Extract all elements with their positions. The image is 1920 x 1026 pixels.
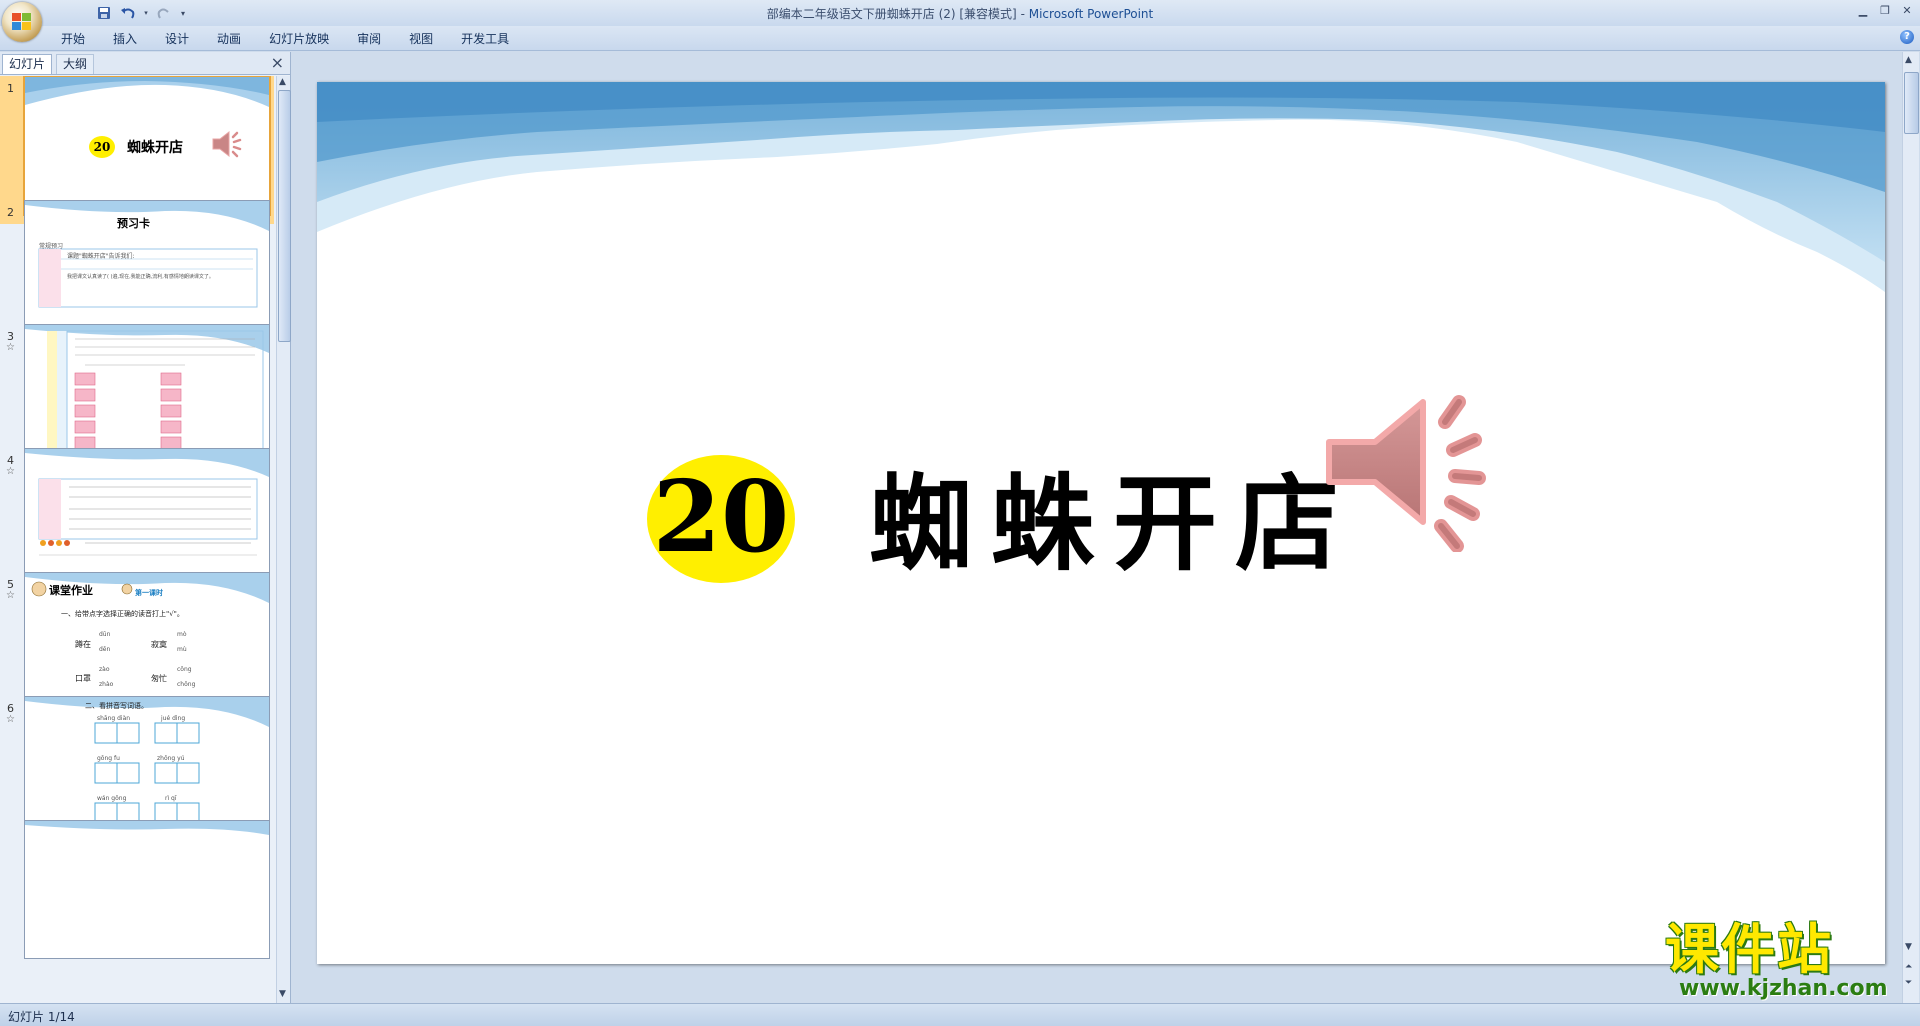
slide-title: 蜘蛛开店	[127, 140, 183, 156]
animation-star-icon: ☆	[6, 342, 15, 353]
question-text: 一、给带点字选择正确的读音打上"√"。	[61, 610, 184, 618]
tab-slideshow[interactable]: 幻灯片放映	[258, 30, 340, 48]
window-controls: ▁ ❐ ✕	[1852, 1, 1918, 19]
slide-thumbnail-content	[25, 325, 269, 458]
slide-title: 预习卡	[117, 217, 150, 230]
speaker-icon	[212, 130, 242, 158]
tab-design[interactable]: 设计	[154, 30, 200, 48]
pinyin-1: dūn	[99, 631, 111, 638]
pinyin-7: cōng	[177, 666, 192, 673]
question-text: 二、看拼音写词语。	[85, 702, 148, 710]
pinyin-3: gōng fu	[97, 755, 120, 762]
pinyin-8: chōng	[177, 681, 196, 688]
ribbon-tab-bar: 开始 插入 设计 动画 幻灯片放映 审阅 视图 开发工具 ?	[0, 26, 1920, 51]
tab-slides[interactable]: 幻灯片	[2, 54, 53, 74]
scroll-up-icon[interactable]: ▲	[1905, 55, 1912, 65]
slide-number: 1	[7, 82, 14, 95]
animation-star-icon: ☆	[6, 714, 15, 725]
scrollbar-thumb[interactable]	[1904, 72, 1919, 134]
slide-thumbnail-7[interactable]	[0, 820, 274, 968]
mini-line: 课题"蜘蛛开店"告诉我们:	[67, 253, 135, 260]
slide-subtitle: 第一课时	[135, 589, 163, 597]
tab-outline[interactable]: 大纲	[56, 54, 95, 74]
tab-view[interactable]: 视图	[398, 30, 444, 48]
previous-slide-icon[interactable]: ⏶	[1905, 962, 1912, 972]
title-bar: ▾ ▾ 部编本二年级语文下册蜘蛛开店 (2) [兼容模式] - Microsof…	[0, 0, 1920, 26]
pinyin-2: jué dìng	[161, 715, 186, 722]
slide-thumbnail-content	[25, 697, 269, 824]
document-title: 部编本二年级语文下册蜘蛛开店 (2) [兼容模式]	[766, 7, 1017, 21]
slide-number: 2	[7, 206, 14, 219]
scroll-down-icon[interactable]: ▼	[1905, 942, 1912, 952]
scrollbar-thumb[interactable]	[278, 90, 291, 342]
scroll-down-icon[interactable]: ▼	[279, 989, 286, 999]
app-name: Microsoft PowerPoint	[1028, 7, 1154, 21]
animation-star-icon: ☆	[6, 590, 15, 601]
word-1: 蹲在	[75, 640, 91, 649]
window-title: 部编本二年级语文下册蜘蛛开店 (2) [兼容模式] - Microsoft Po…	[766, 7, 1154, 21]
minimize-icon[interactable]: ▁	[1852, 1, 1874, 19]
tab-developer[interactable]: 开发工具	[450, 30, 520, 48]
pinyin-6: rì qī	[165, 795, 177, 802]
tab-home[interactable]: 开始	[50, 30, 96, 48]
title-number: 20	[652, 460, 790, 575]
close-icon[interactable]: ✕	[1896, 1, 1918, 19]
word-2: 寂寞	[151, 640, 167, 649]
slide-editing-area: 20 蜘蛛开店	[291, 52, 1901, 1003]
mini-line: 我把课文认真读了( )遍,现在,我能正确,流利,有感情地朗读课文了。	[67, 274, 214, 280]
title-number: 20	[93, 140, 111, 154]
scroll-up-icon[interactable]: ▲	[279, 77, 286, 87]
speaker-icon[interactable]	[1317, 362, 1527, 552]
title-number-badge: 20	[89, 136, 115, 158]
slide-thumbnail-pane: 幻灯片 大纲 × 1 20 蜘蛛开店 2 预习卡 常规预习 课题"蜘蛛开店"告诉…	[0, 52, 291, 1003]
next-slide-icon[interactable]: ⏷	[1905, 978, 1912, 988]
current-slide[interactable]: 20 蜘蛛开店	[317, 82, 1885, 964]
pinyin-5: wán gōng	[97, 795, 127, 802]
word-3: 口罩	[75, 674, 91, 683]
pinyin-6: zhào	[99, 681, 114, 688]
slide-thumbnail-content	[25, 449, 269, 556]
slide-thumbnail-background	[25, 821, 269, 835]
slide-indicator: 幻灯片 1/14	[8, 1010, 75, 1024]
pinyin-5: zào	[99, 666, 110, 673]
pinyin-4: mù	[177, 646, 187, 653]
watermark-logo: 课件站 www.kjzhan.com	[1665, 922, 1905, 1002]
slide-title: 课堂作业	[49, 584, 93, 597]
tab-review[interactable]: 审阅	[346, 30, 392, 48]
pinyin-1: shāng diàn	[97, 715, 131, 722]
word-4: 匆忙	[151, 674, 167, 683]
status-bar: 幻灯片 1/14	[0, 1003, 1920, 1026]
pinyin-4: zhōng yú	[157, 755, 185, 762]
watermark-text: 课件站	[1665, 918, 1833, 981]
pinyin-3: mò	[177, 631, 187, 638]
pinyin-2: dēn	[99, 646, 111, 653]
restore-icon[interactable]: ❐	[1874, 1, 1896, 19]
close-icon[interactable]: ×	[271, 54, 284, 72]
mini-heading: 常规预习	[39, 243, 64, 250]
animation-star-icon: ☆	[6, 466, 15, 477]
thumbnail-scrollbar[interactable]: ▲ ▼	[276, 76, 291, 1003]
slide-title: 蜘蛛开店	[869, 463, 1358, 585]
office-button[interactable]	[2, 2, 42, 42]
office-logo-icon	[12, 13, 31, 30]
watermark-url: www.kjzhan.com	[1679, 976, 1888, 1001]
help-icon[interactable]: ?	[1900, 30, 1914, 44]
slide-scrollbar[interactable]: ▲ ▼ ⏶ ⏷	[1902, 52, 1919, 1003]
tab-insert[interactable]: 插入	[102, 30, 148, 48]
tab-animation[interactable]: 动画	[206, 30, 252, 48]
